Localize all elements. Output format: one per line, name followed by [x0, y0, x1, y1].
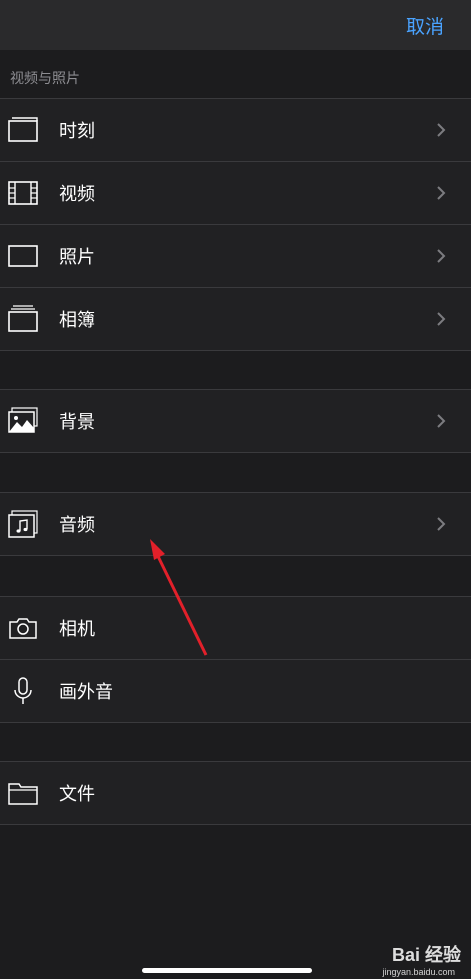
- separator: [0, 824, 471, 825]
- menu-item-voiceover[interactable]: 画外音: [0, 660, 471, 722]
- menu-item-label: 照片: [59, 247, 95, 268]
- menu-item-label: 画外音: [59, 682, 113, 703]
- microphone-icon: [14, 677, 32, 704]
- menu-item-photos[interactable]: 照片: [0, 225, 471, 287]
- cancel-button[interactable]: 取消: [406, 12, 444, 39]
- group-gap: [0, 723, 471, 761]
- menu-item-label: 背景: [59, 412, 95, 433]
- annotation-arrow-icon: [150, 539, 208, 656]
- menu-item-label: 相机: [59, 619, 95, 640]
- chevron-right-icon: [437, 186, 446, 200]
- moments-icon: [8, 117, 38, 142]
- section-header: 视频与照片: [10, 71, 80, 87]
- chevron-right-icon: [437, 517, 446, 531]
- photo-icon: [8, 245, 38, 267]
- landscape-image-icon: [8, 407, 38, 433]
- menu-item-files[interactable]: 文件: [0, 762, 471, 824]
- chevron-right-icon: [437, 123, 446, 137]
- group-gap: [0, 351, 471, 389]
- menu-item-label: 文件: [59, 784, 95, 805]
- menu-item-label: 音频: [59, 515, 95, 536]
- menu-item-label: 视频: [59, 184, 95, 205]
- film-icon: [8, 181, 38, 205]
- chevron-right-icon: [437, 312, 446, 326]
- menu-item-label: 相簿: [59, 310, 95, 331]
- camera-icon: [9, 618, 37, 639]
- menu-item-background[interactable]: 背景: [0, 390, 471, 452]
- menu-item-audio[interactable]: 音频: [0, 493, 471, 555]
- music-note-icon: [8, 510, 38, 538]
- chevron-right-icon: [437, 414, 446, 428]
- menu-item-albums[interactable]: 相簿: [0, 288, 471, 350]
- top-bar: 取消: [0, 0, 471, 50]
- watermark-logo: Bai 经验: [391, 945, 461, 965]
- menu-item-video[interactable]: 视频: [0, 162, 471, 224]
- menu-item-moments[interactable]: 时刻: [0, 99, 471, 161]
- group-gap: [0, 453, 471, 492]
- menu-item-label: 时刻: [59, 121, 95, 142]
- home-indicator[interactable]: [142, 968, 312, 973]
- folder-icon: [8, 783, 38, 805]
- watermark-url: jingyan.baidu.com: [382, 967, 455, 977]
- group-gap: [0, 556, 471, 596]
- menu-item-camera[interactable]: 相机: [0, 597, 471, 659]
- album-icon: [8, 305, 38, 332]
- chevron-right-icon: [437, 249, 446, 263]
